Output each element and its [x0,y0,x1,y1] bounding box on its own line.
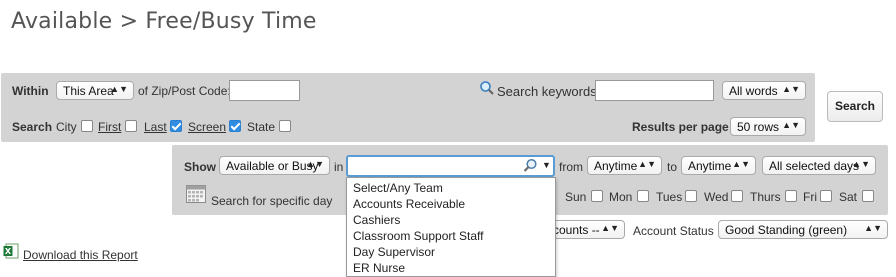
dropdown-option[interactable]: Day Supervisor [353,245,435,259]
results-select-value: 50 rows [737,120,780,134]
day-label-sat: Sat [839,190,858,204]
updown-arrow-icon: ▲▼ [732,159,750,169]
search-in-label: Search [12,120,53,134]
updown-arrow-icon: ▲▼ [601,223,619,233]
day-checkbox-thurs[interactable] [785,190,797,202]
state-label: State [247,120,276,134]
day-label-wed: Wed [704,190,729,204]
from-label: from [559,160,583,174]
show-label: Show [184,160,216,174]
dropdown-triangle-icon[interactable]: ▼ [542,160,551,170]
updown-arrow-icon: ▲▼ [306,159,324,169]
updown-arrow-icon: ▲▼ [852,159,870,169]
updown-arrow-icon: ▲▼ [864,223,882,233]
magnifier-icon [523,158,538,176]
day-checkbox-tues[interactable] [685,190,697,202]
first-label[interactable]: First [98,120,121,134]
days-select-value: All selected days [769,159,860,173]
within-select[interactable]: This Area ▲▼ [56,81,134,100]
to-label: to [667,160,678,174]
match-select-value: All words [729,84,778,98]
day-label-sun: Sun [565,190,587,204]
city-checkbox[interactable] [81,120,93,132]
match-select[interactable]: All words ▲▼ [722,81,806,100]
team-dropdown-list: Select/Any Team Accounts Receivable Cash… [346,177,556,277]
download-report-link[interactable]: Download this Report [23,248,138,262]
dropdown-option[interactable]: Cashiers [353,213,400,227]
day-label-fri: Fri [803,190,817,204]
to-select-value: Anytime [688,159,732,173]
days-select[interactable]: All selected days ▲▼ [762,156,876,175]
state-checkbox[interactable] [279,120,291,132]
results-per-page-select[interactable]: 50 rows ▲▼ [730,117,806,136]
specific-day-label[interactable]: Search for specific day [211,194,332,208]
dropdown-option[interactable]: Classroom Support Staff [353,229,484,243]
updown-arrow-icon: ▲▼ [782,84,800,94]
to-select[interactable]: Anytime ▲▼ [681,156,756,175]
updown-arrow-icon: ▲▼ [110,84,128,94]
keywords-input[interactable] [595,80,714,101]
from-select[interactable]: Anytime ▲▼ [587,156,662,175]
dropdown-option[interactable]: Accounts Receivable [353,197,465,211]
show-select[interactable]: Available or Busy ▲▼ [219,156,330,175]
calendar-icon[interactable] [186,185,206,206]
from-select-value: Anytime [594,159,638,173]
day-checkbox-mon[interactable] [637,190,649,202]
within-select-value: This Area [63,84,114,98]
dropdown-option[interactable]: ER Nurse [353,261,405,275]
city-label: City [56,120,77,134]
day-label-thurs: Thurs [750,190,781,204]
day-checkbox-sat[interactable] [862,190,874,202]
account-status-value: Good Standing (green) [725,223,848,237]
in-label: in [334,160,344,174]
account-status-label: Account Status [633,224,714,238]
day-label-tues: Tues [656,190,683,204]
svg-text:X: X [5,247,12,256]
account-status-select[interactable]: Good Standing (green) ▲▼ [718,220,888,239]
day-checkbox-fri[interactable] [820,190,832,202]
day-checkbox-wed[interactable] [731,190,743,202]
within-label: Within [12,84,49,98]
zip-input[interactable] [229,80,300,101]
day-checkbox-sun[interactable] [591,190,603,202]
page-title: Available > Free/Busy Time [11,9,317,34]
show-select-value: Available or Busy [226,159,319,173]
last-label[interactable]: Last [144,120,167,134]
search-button[interactable]: Search [827,91,883,122]
updown-arrow-icon: ▲▼ [782,120,800,130]
first-checkbox[interactable] [125,120,137,132]
last-checkbox[interactable] [170,120,182,132]
dropdown-option[interactable]: Select/Any Team [353,181,443,195]
search-keywords-label: Search keywords [497,84,597,99]
screen-checkbox[interactable] [229,120,241,132]
excel-icon[interactable]: X [3,243,19,262]
results-per-page-label: Results per page [632,120,729,134]
zip-label: of Zip/Post Code: [138,84,231,98]
screen-label[interactable]: Screen [188,120,226,134]
magnifier-icon [479,80,495,99]
updown-arrow-icon: ▲▼ [638,159,656,169]
day-label-mon: Mon [609,190,633,204]
